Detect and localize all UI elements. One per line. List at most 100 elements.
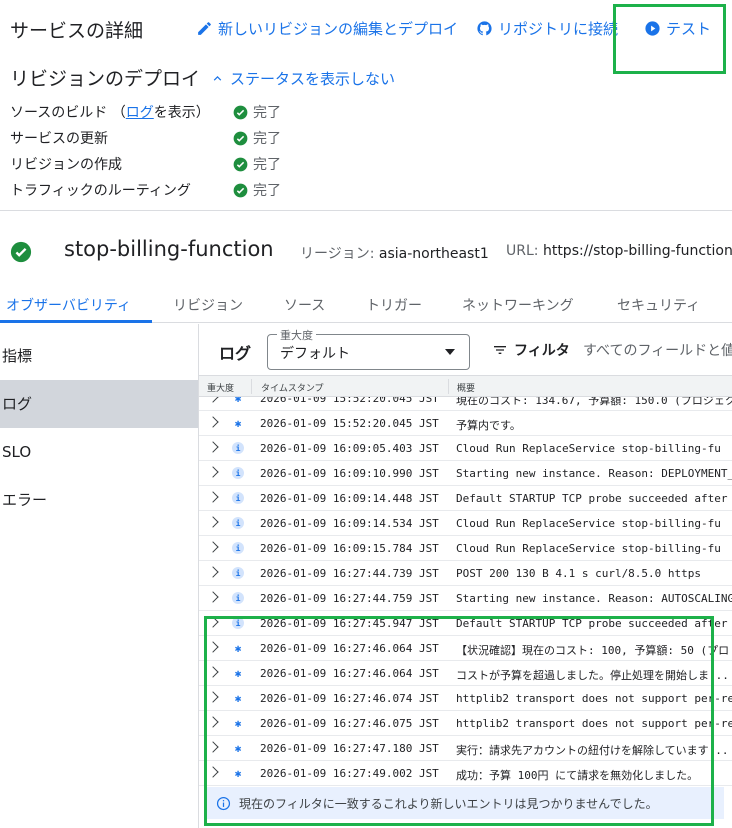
logs-panel: ログ 重大度 デフォルト フィルタ すべてのフィールドと値 ✱ 2026-01-0…	[199, 324, 732, 828]
default-severity-icon: ✱	[234, 766, 242, 780]
expand-chevron-icon[interactable]	[207, 541, 219, 553]
chevron-up-icon	[213, 76, 222, 81]
expand-chevron-icon[interactable]	[207, 641, 219, 653]
expand-chevron-icon[interactable]	[207, 466, 219, 478]
log-row[interactable]: ✱ 2026-01-09 16:27:46.064 JST コストが予算を超過しまし…	[199, 661, 732, 686]
sidebar-item-errors[interactable]: エラー	[0, 476, 198, 524]
edit-deploy-button[interactable]: 新しいリビジョンの編集とデプロイ	[196, 18, 458, 39]
log-summary: Cloud Run ReplaceService stop-billing-fu	[456, 517, 721, 530]
col-summary: 概要	[457, 384, 476, 394]
info-severity-icon: i	[232, 467, 244, 479]
tab-security[interactable]: セキュリティ	[617, 295, 700, 315]
tab-revisions[interactable]: リビジョン	[173, 295, 243, 315]
step-build: ソースのビルド （ログを表示）	[10, 105, 210, 121]
view-build-log-link[interactable]: ログ	[126, 105, 154, 121]
log-row[interactable]: ✱ 2026-01-09 16:27:46.075 JST httplib2 tra…	[199, 711, 732, 736]
observability-sidebar: 指標 ログ SLO エラー	[0, 324, 198, 828]
step-routing: トラフィックのルーティング	[10, 183, 191, 199]
filter-input[interactable]: すべてのフィールドと値	[583, 340, 732, 360]
step-update-status: 完了	[233, 128, 281, 148]
active-tab-indicator	[0, 320, 152, 323]
info-icon	[216, 796, 231, 810]
expand-chevron-icon[interactable]	[207, 716, 219, 728]
log-timestamp: 2026-01-09 16:27:46.064 JST	[260, 667, 439, 680]
log-summary: POST 200 130 B 4.1 s curl/8.5.0 https	[456, 567, 702, 580]
log-timestamp: 2026-01-09 15:52:20.045 JST	[260, 417, 439, 430]
log-row[interactable]: i 2026-01-09 16:09:15.784 JST Cloud Run Re…	[199, 536, 732, 561]
log-summary: Starting new instance. Reason: DEPLOYMEN…	[456, 467, 732, 480]
log-timestamp: 2026-01-09 16:27:47.180 JST	[260, 742, 439, 755]
log-summary: Default STARTUP TCP probe succeeded afte…	[456, 617, 728, 630]
step-create-status: 完了	[233, 154, 281, 174]
log-row[interactable]: i 2026-01-09 16:27:45.947 JST Default STAR…	[199, 611, 732, 636]
service-ok-icon	[10, 241, 32, 263]
log-summary: 【状況確認】現在のコスト: 100, 予算額: 50 (プロ	[456, 644, 730, 657]
github-icon	[477, 21, 492, 36]
expand-chevron-icon[interactable]	[207, 566, 219, 578]
log-summary: httplib2 transport does not support per-…	[456, 717, 732, 730]
severity-select-value: デフォルト	[280, 346, 350, 362]
tab-observability[interactable]: オブザーバビリティ	[6, 295, 131, 315]
section-divider	[0, 210, 732, 211]
log-timestamp: 2026-01-09 16:09:14.448 JST	[260, 492, 439, 505]
severity-select[interactable]: 重大度 デフォルト	[267, 327, 470, 370]
step-create: リビジョンの作成	[10, 157, 122, 173]
log-row[interactable]: ✱ 2026-01-09 16:27:46.074 JST httplib2 tra…	[199, 686, 732, 711]
sidebar-item-logs[interactable]: ログ	[0, 380, 198, 428]
service-info: stop-billing-function リージョン: asia-northe…	[0, 222, 732, 282]
log-row[interactable]: i 2026-01-09 16:09:10.990 JST Starting new…	[199, 461, 732, 486]
expand-chevron-icon[interactable]	[207, 691, 219, 703]
service-name: stop-billing-function	[64, 237, 274, 261]
tab-triggers[interactable]: トリガー	[366, 295, 422, 315]
filter-button[interactable]: フィルタ	[492, 340, 570, 360]
expand-chevron-icon[interactable]	[207, 591, 219, 603]
no-newer-entries-notice: 現在のフィルタに一致するこれより新しいエントリは見つかりませんでした。	[204, 787, 724, 819]
log-summary: コストが予算を超過しました。停止処理を開始しま...	[456, 669, 729, 682]
step-routing-status: 完了	[233, 180, 281, 200]
log-summary: Default STARTUP TCP probe succeeded afte…	[456, 492, 728, 505]
service-url-link[interactable]: https://stop-billing-function-999	[543, 243, 732, 259]
log-row[interactable]: ✱ 2026-01-09 16:27:47.180 JST 実行：請求先アカウントの…	[199, 736, 732, 761]
log-row[interactable]: ✱ 2026-01-09 16:27:46.064 JST 【状況確認】現在のコスト…	[199, 636, 732, 661]
repo-connect-label: リポジトリに接続	[498, 20, 619, 38]
log-row[interactable]: i 2026-01-09 16:09:14.448 JST Default STAR…	[199, 486, 732, 511]
log-row[interactable]: i 2026-01-09 16:09:05.403 JST Cloud Run Re…	[199, 436, 732, 461]
revision-deploy-panel: リビジョンのデプロイ ステータスを表示しない ソースのビルド （ログを表示） 完…	[0, 60, 732, 210]
pencil-icon	[198, 22, 211, 35]
log-row[interactable]: i 2026-01-09 16:27:44.759 JST Starting new…	[199, 586, 732, 611]
default-severity-icon: ✱	[234, 641, 242, 655]
test-button[interactable]: テスト	[644, 18, 711, 39]
log-row[interactable]: ✱ 2026-01-09 16:27:49.002 JST 成功：予算 100円 に…	[199, 761, 732, 786]
hide-status-toggle[interactable]: ステータスを表示しない	[210, 68, 395, 89]
filter-label: フィルタ	[514, 343, 570, 359]
log-row[interactable]: i 2026-01-09 16:09:14.534 JST Cloud Run Re…	[199, 511, 732, 536]
expand-chevron-icon[interactable]	[207, 441, 219, 453]
log-row[interactable]: i 2026-01-09 16:27:44.739 JST POST 200 130…	[199, 561, 732, 586]
tab-source[interactable]: ソース	[284, 295, 325, 315]
expand-chevron-icon[interactable]	[207, 491, 219, 503]
expand-chevron-icon[interactable]	[207, 416, 219, 428]
check-circle-icon	[233, 131, 248, 145]
check-circle-icon	[233, 105, 248, 119]
tab-networking[interactable]: ネットワーキング	[462, 295, 574, 315]
expand-chevron-icon[interactable]	[207, 766, 219, 778]
sidebar-item-metrics[interactable]: 指標	[0, 332, 198, 380]
log-timestamp: 2026-01-09 16:09:14.534 JST	[260, 517, 439, 530]
log-timestamp: 2026-01-09 16:27:46.064 JST	[260, 642, 439, 655]
expand-chevron-icon[interactable]	[207, 516, 219, 528]
log-timestamp: 2026-01-09 16:27:44.759 JST	[260, 592, 439, 605]
page-title: サービスの詳細	[10, 20, 144, 42]
repo-connect-button[interactable]: リポジトリに接続	[476, 18, 618, 39]
log-summary: Starting new instance. Reason: AUTOSCALI…	[456, 592, 732, 605]
expand-chevron-icon[interactable]	[207, 616, 219, 628]
expand-chevron-icon[interactable]	[207, 666, 219, 678]
log-timestamp: 2026-01-09 16:27:44.739 JST	[260, 567, 439, 580]
page-header: サービスの詳細 新しいリビジョンの編集とデプロイ リポジトリに接続 テスト	[0, 0, 732, 56]
test-label: テスト	[666, 20, 712, 38]
notice-text: 現在のフィルタに一致するこれより新しいエントリは見つかりませんでした。	[239, 796, 658, 811]
sidebar-item-slo[interactable]: SLO	[0, 428, 198, 476]
info-severity-icon: i	[232, 567, 244, 579]
expand-chevron-icon[interactable]	[207, 741, 219, 753]
log-row[interactable]: ✱ 2026-01-09 15:52:20.045 JST 予算内です。	[199, 411, 732, 436]
log-summary: httplib2 transport does not support per-…	[456, 692, 732, 705]
